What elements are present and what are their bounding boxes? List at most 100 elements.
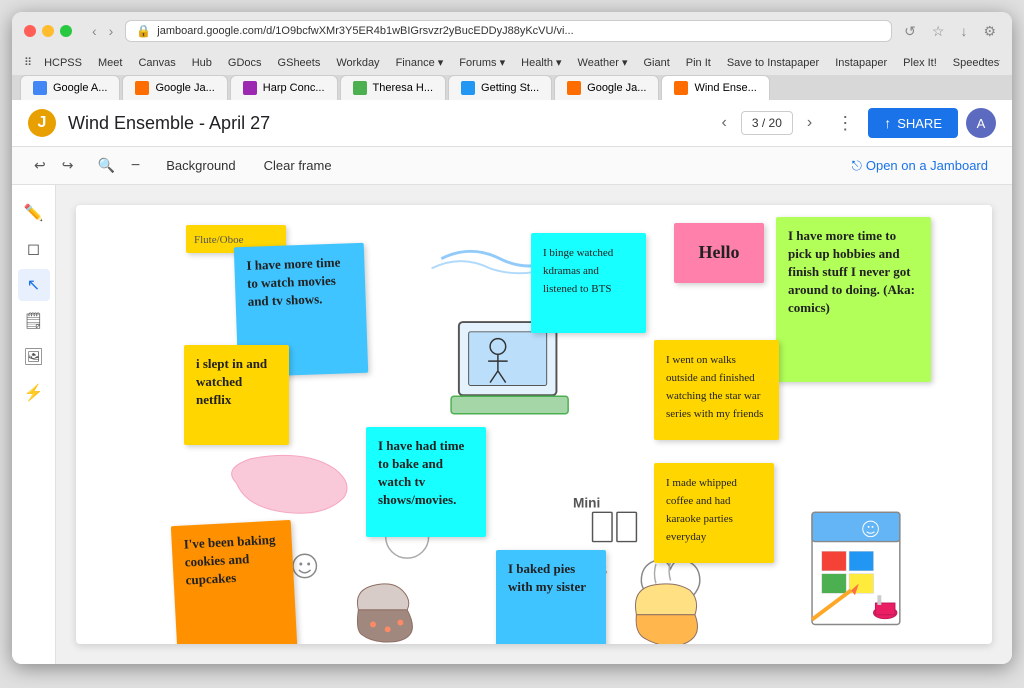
bookmark-finance[interactable]: Finance ▾ bbox=[392, 54, 448, 71]
tab-favicon bbox=[243, 81, 257, 95]
left-tool-panel: ✏️ ◻ ↖ 🗒 🖼 ⚡ bbox=[12, 185, 56, 664]
download-button[interactable]: ↓ bbox=[956, 21, 971, 41]
bookmark-canvas[interactable]: Canvas bbox=[134, 55, 179, 71]
sticky-text: I baked pies with my sister bbox=[508, 561, 586, 594]
select-tool[interactable]: ↖ bbox=[18, 269, 50, 301]
drawing-toolbar: ↩ ↪ 🔍 − Background Clear frame ⎋ Open on… bbox=[12, 147, 1012, 185]
bookmark-pinit[interactable]: Pin It bbox=[682, 55, 715, 71]
traffic-lights bbox=[24, 25, 72, 37]
zoom-icon-button[interactable]: 🔍 bbox=[91, 153, 120, 178]
sticky-hobbies-comics[interactable]: I have more time to pick up hobbies and … bbox=[776, 217, 931, 382]
bookmark-instapaper-save[interactable]: Save to Instapaper bbox=[723, 55, 823, 71]
bookmark-plex[interactable]: Plex It! bbox=[899, 55, 941, 71]
page-navigation: ‹ 3 / 20 › bbox=[716, 110, 819, 136]
bookmarks-bar: ⠿ HCPSS Meet Canvas Hub GDocs GSheets Wo… bbox=[24, 50, 1000, 75]
tab-favicon bbox=[135, 81, 149, 95]
sticky-note-tool[interactable]: 🗒 bbox=[18, 305, 50, 337]
tab-harp[interactable]: Harp Conc... bbox=[230, 75, 338, 100]
bookmark-workday[interactable]: Workday bbox=[332, 55, 383, 71]
sticky-text: I went on walks outside and finished wat… bbox=[666, 354, 763, 420]
tabs-bar: Google A... Google Ja... Harp Conc... Th… bbox=[12, 75, 1012, 100]
reload-button[interactable]: ↺ bbox=[900, 21, 920, 42]
clear-frame-button[interactable]: Clear frame bbox=[256, 154, 340, 177]
user-avatar[interactable]: A bbox=[966, 108, 996, 138]
canvas-area: ✏️ ◻ ↖ 🗒 🖼 ⚡ bbox=[12, 185, 1012, 664]
nav-buttons: ‹ › bbox=[88, 21, 117, 41]
maximize-button[interactable] bbox=[60, 25, 72, 37]
tab-theresa[interactable]: Theresa H... bbox=[340, 75, 447, 100]
tab-jamboard-2[interactable]: Google Ja... bbox=[554, 75, 659, 100]
sticky-whipped-coffee[interactable]: I made whipped coffee and had karaoke pa… bbox=[654, 463, 774, 563]
page-indicator[interactable]: 3 / 20 bbox=[741, 111, 793, 135]
tab-getting-started[interactable]: Getting St... bbox=[448, 75, 552, 100]
tab-favicon bbox=[567, 81, 581, 95]
minimize-button[interactable] bbox=[42, 25, 54, 37]
bookmark-giant[interactable]: Giant bbox=[639, 55, 673, 71]
logo-letter: J bbox=[38, 114, 47, 132]
share-label: SHARE bbox=[897, 116, 942, 131]
share-button[interactable]: ↑ SHARE bbox=[868, 108, 958, 138]
bookmark-health[interactable]: Health ▾ bbox=[517, 54, 565, 71]
titlebar-top: ‹ › 🔒 jamboard.google.com/d/1O9bcfwXMr3Y… bbox=[24, 20, 1000, 42]
tab-label: Getting St... bbox=[481, 82, 539, 94]
sticky-baking-cookies[interactable]: I've been baking cookies and cupcakes bbox=[171, 520, 297, 644]
app-logo: J bbox=[28, 109, 56, 137]
tab-google-ai[interactable]: Google A... bbox=[20, 75, 120, 100]
laser-tool[interactable]: ⚡ bbox=[18, 377, 50, 409]
close-button[interactable] bbox=[24, 25, 36, 37]
tab-label: Harp Conc... bbox=[263, 82, 325, 94]
tab-label: Theresa H... bbox=[373, 82, 434, 94]
eraser-tool[interactable]: ◻ bbox=[18, 233, 50, 265]
bookmark-forums[interactable]: Forums ▾ bbox=[455, 54, 509, 71]
settings-button[interactable]: ⚙ bbox=[979, 21, 1000, 42]
tab-jamboard-1[interactable]: Google Ja... bbox=[122, 75, 227, 100]
tab-favicon bbox=[353, 81, 367, 95]
open-jamboard-button[interactable]: ⎋ Open on a Jamboard bbox=[844, 154, 996, 178]
browser-window: ‹ › 🔒 jamboard.google.com/d/1O9bcfwXMr3Y… bbox=[12, 12, 1012, 664]
more-options-button[interactable]: ⋮ bbox=[830, 109, 860, 138]
sticky-text: I have had time to bake and watch tv sho… bbox=[378, 438, 464, 507]
address-bar[interactable]: 🔒 jamboard.google.com/d/1O9bcfwXMr3Y5ER4… bbox=[125, 20, 892, 42]
tab-favicon bbox=[33, 81, 47, 95]
sticky-text: I binge watched kdramas and listened to … bbox=[543, 247, 613, 295]
sticky-baked-pies[interactable]: I baked pies with my sister bbox=[496, 550, 606, 644]
sticky-star-wars-walks[interactable]: I went on walks outside and finished wat… bbox=[654, 340, 779, 440]
prev-page-button[interactable]: ‹ bbox=[716, 110, 733, 136]
tab-wind-ensemble[interactable]: Wind Ense... bbox=[661, 75, 769, 100]
sticky-kdramas[interactable]: I binge watched kdramas and listened to … bbox=[531, 233, 646, 333]
tab-favicon bbox=[674, 81, 688, 95]
sticky-hello[interactable]: Hello bbox=[674, 223, 764, 283]
image-tool[interactable]: 🖼 bbox=[18, 341, 50, 373]
sticky-netflix[interactable]: i slept in and watched netflix bbox=[184, 345, 289, 445]
tab-favicon bbox=[461, 81, 475, 95]
zoom-out-button[interactable]: − bbox=[125, 155, 146, 177]
bookmark-gsheets[interactable]: GSheets bbox=[274, 55, 325, 71]
sticky-bake-watch-tv[interactable]: I have had time to bake and watch tv sho… bbox=[366, 427, 486, 537]
bookmark-meet[interactable]: Meet bbox=[94, 55, 126, 71]
next-page-button[interactable]: › bbox=[801, 110, 818, 136]
back-button[interactable]: ‹ bbox=[88, 21, 101, 41]
bookmark-button[interactable]: ☆ bbox=[928, 21, 949, 42]
sticky-text: I made whipped coffee and had karaoke pa… bbox=[666, 477, 737, 543]
pen-tool[interactable]: ✏️ bbox=[18, 197, 50, 229]
toolbar-right: ⋮ ↑ SHARE A bbox=[830, 108, 996, 138]
bookmark-hub[interactable]: Hub bbox=[188, 55, 216, 71]
bookmark-instapaper[interactable]: Instapaper bbox=[831, 55, 891, 71]
app-toolbar: J Wind Ensemble - April 27 ‹ 3 / 20 › ⋮ … bbox=[12, 100, 1012, 147]
document-title: Wind Ensemble - April 27 bbox=[68, 113, 704, 134]
redo-button[interactable]: ↪ bbox=[56, 153, 80, 178]
background-button[interactable]: Background bbox=[158, 154, 243, 177]
sticky-text: Flute/Oboe bbox=[194, 234, 244, 246]
jamboard-canvas[interactable]: Mini BTS bbox=[76, 205, 992, 644]
sticky-text: Hello bbox=[699, 241, 740, 264]
tab-label: Google A... bbox=[53, 82, 107, 94]
sticky-text: I have more time to pick up hobbies and … bbox=[788, 228, 915, 315]
undo-button[interactable]: ↩ bbox=[28, 153, 52, 178]
zoom-control: 🔍 − bbox=[91, 153, 146, 178]
bookmark-speedtest[interactable]: Speedtest bbox=[949, 55, 1000, 71]
bookmark-weather[interactable]: Weather ▾ bbox=[574, 54, 632, 71]
bookmark-gdocs[interactable]: GDocs bbox=[224, 55, 266, 71]
forward-button[interactable]: › bbox=[105, 21, 118, 41]
browser-titlebar: ‹ › 🔒 jamboard.google.com/d/1O9bcfwXMr3Y… bbox=[12, 12, 1012, 75]
bookmark-hcpss[interactable]: HCPSS bbox=[40, 55, 86, 71]
